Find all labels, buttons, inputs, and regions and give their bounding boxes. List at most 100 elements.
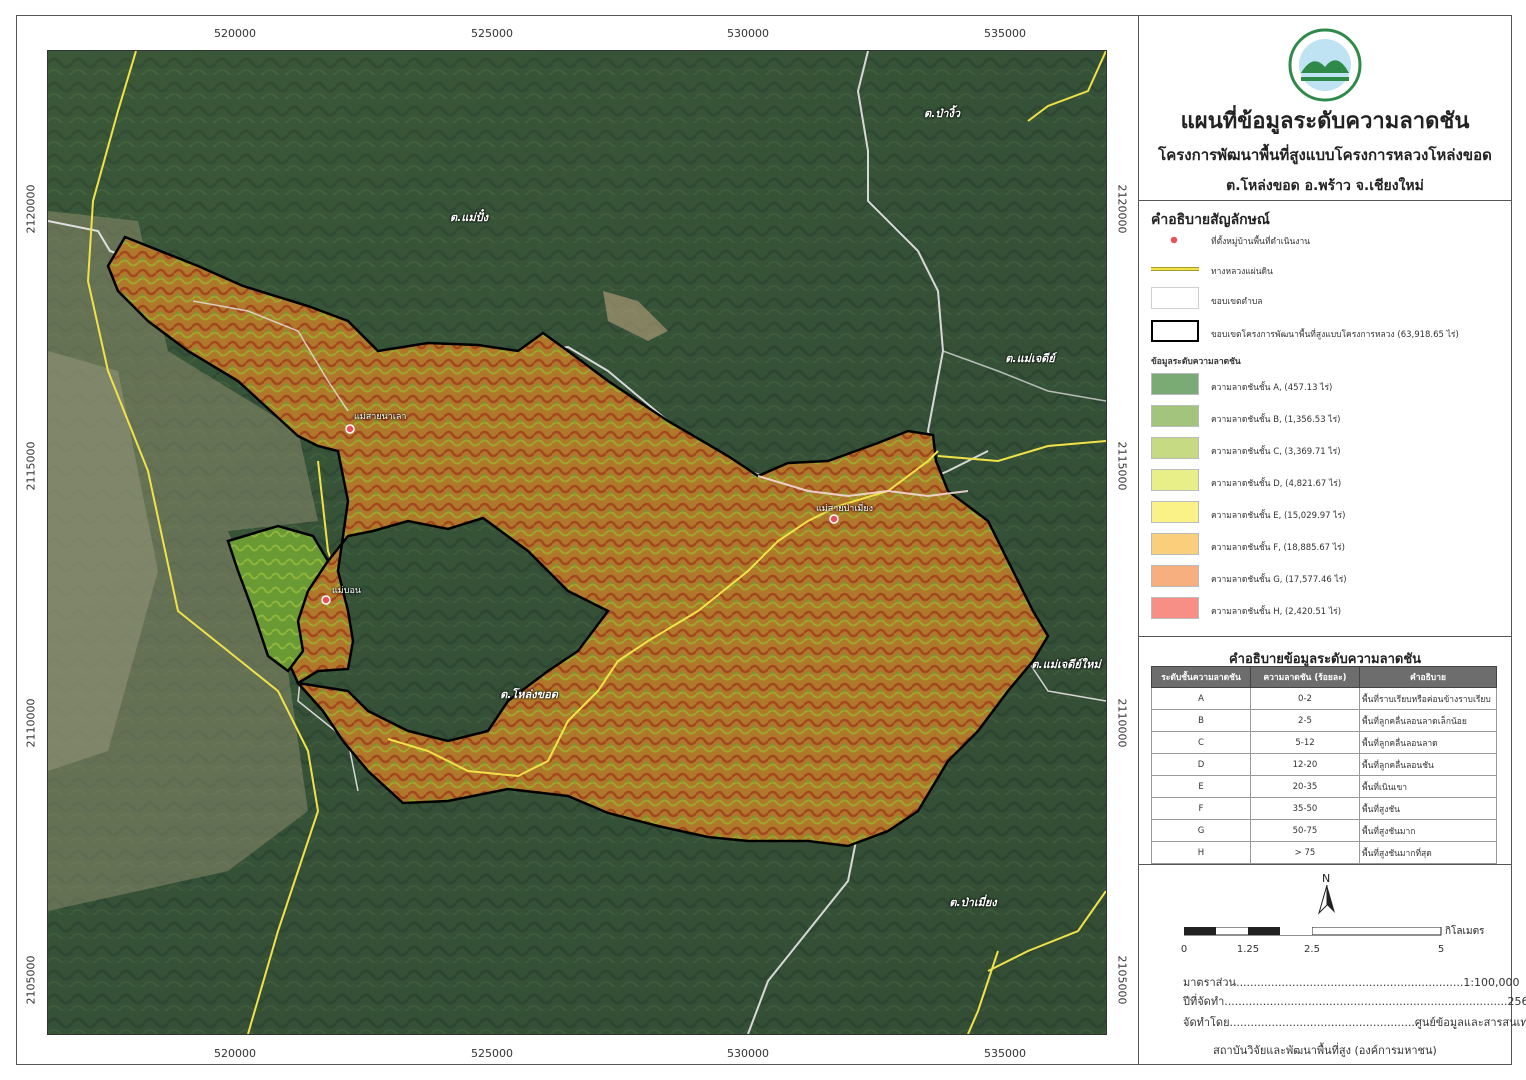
y-tick-left: 2120000 (24, 184, 38, 234)
table-row: B 2-5 พื้นที่ลูกคลื่นลอนลาดเล็กน้อย (1151, 709, 1497, 732)
map-title: แผนที่ข้อมูลระดับความลาดชัน (1180, 109, 1470, 134)
table-row: A 0-2 พื้นที่ราบเรียบหรือค่อนข้างราบเรียบ (1151, 687, 1497, 710)
table-header: ความลาดชัน (ร้อยละ) (1250, 666, 1360, 688)
info-made-by: จัดทำโดย................................… (1183, 1016, 1526, 1029)
village-marker (345, 424, 355, 434)
x-tick-bottom: 535000 (984, 1047, 1026, 1060)
village-marker-icon (1169, 235, 1179, 245)
north-arrow-icon (1317, 885, 1335, 915)
class-swatch (1151, 405, 1199, 427)
x-tick-top: 530000 (727, 27, 769, 40)
place-lohng-khod: ต.โหล่งขอด (500, 688, 558, 701)
class-swatch (1151, 533, 1199, 555)
table-row: H > 75 พื้นที่สูงชันมากที่สุด (1151, 841, 1497, 864)
north-label: N (1322, 872, 1331, 885)
legend-title: คำอธิบายสัญลักษณ์ (1151, 212, 1270, 228)
place-pa-ngiu: ต.ป่างิ้ว (923, 107, 961, 120)
table-header-row: ระดับชั้นความลาดชัน ความลาดชัน (ร้อยละ) … (1151, 666, 1497, 688)
village-label: แม่บอน (332, 586, 362, 596)
table-cell: 5-12 (1250, 731, 1360, 754)
table-header: ระดับชั้นความลาดชัน (1151, 666, 1251, 688)
table-header: คำอธิบาย (1359, 666, 1497, 688)
scale-label: 0 (1180, 944, 1188, 955)
village-label: แม่สายนาเลา (354, 412, 407, 422)
scale-unit: กิโลเมตร (1445, 926, 1485, 937)
village-label: แม่สายป่าเมี่ยง (816, 504, 873, 514)
table-row: F 35-50 พื้นที่สูงชัน (1151, 797, 1497, 820)
institute-logo (1288, 28, 1362, 102)
footer-institute: สถาบันวิจัยและพัฒนาพื้นที่สูง (องค์การมห… (1213, 1044, 1437, 1057)
info-year: ปีที่จัดทำ..............................… (1183, 995, 1526, 1008)
legend-label: ความลาดชันชั้น G, (17,577.46 ไร่) (1211, 575, 1347, 585)
class-swatch (1151, 469, 1199, 491)
table-cell: C (1151, 731, 1251, 754)
map-canvas[interactable]: ต.แม่ปั๋ง ต.ป่างิ้ว ต.แม่เจดีย์ ต.แม่เจด… (47, 50, 1107, 1035)
slope-header: ข้อมูลระดับความลาดชัน (1151, 357, 1241, 367)
map-subtitle: โครงการพัฒนาพื้นที่สูงแบบโครงการหลวงโหล่… (1158, 146, 1492, 164)
subdistrict-swatch (1151, 287, 1199, 309)
y-tick-right: 2120000 (1115, 184, 1129, 234)
table-cell: 0-2 (1250, 687, 1360, 710)
place-mae-pang: ต.แม่ปั๋ง (449, 211, 489, 224)
y-tick-right: 2110000 (1115, 698, 1129, 748)
project-swatch (1151, 320, 1199, 342)
y-tick-right: 2105000 (1115, 955, 1129, 1005)
place-mae-chedi: ต.แม่เจดีย์ (1005, 352, 1055, 365)
slope-map-svg (48, 51, 1106, 1034)
legend-label: ความลาดชันชั้น C, (3,369.71 ไร่) (1211, 447, 1341, 457)
table-cell: 50-75 (1250, 819, 1360, 842)
table-cell: D (1151, 753, 1251, 776)
legend-label: ความลาดชันชั้น F, (18,885.67 ไร่) (1211, 543, 1345, 553)
legend-label: ขอบเขตตำบล (1211, 297, 1263, 307)
scale-label: 1.25 (1236, 944, 1260, 955)
table-cell: พื้นที่สูงชัน (1359, 797, 1497, 820)
legend-label: ความลาดชันชั้น D, (4,821.67 ไร่) (1211, 479, 1342, 489)
y-tick-right: 2115000 (1115, 441, 1129, 491)
class-swatch (1151, 597, 1199, 619)
x-tick-bottom: 525000 (471, 1047, 513, 1060)
x-tick-top: 520000 (214, 27, 256, 40)
table-cell: พื้นที่ลูกคลื่นลอนลาดเล็กน้อย (1359, 709, 1497, 732)
table-cell: 12-20 (1250, 753, 1360, 776)
table-cell: พื้นที่ราบเรียบหรือค่อนข้างราบเรียบ (1359, 687, 1497, 710)
table-row: E 20-35 พื้นที่เนินเขา (1151, 775, 1497, 798)
table-cell: F (1151, 797, 1251, 820)
class-swatch (1151, 373, 1199, 395)
scale-bar (1184, 927, 1442, 936)
side-panel: แผนที่ข้อมูลระดับความลาดชัน โครงการพัฒนา… (1138, 15, 1526, 1065)
x-tick-top: 535000 (984, 27, 1026, 40)
highway-line-icon (1151, 267, 1199, 271)
legend-label: ขอบเขตโครงการพัฒนาพื้นที่สูงแบบโครงการหล… (1211, 330, 1459, 340)
table-cell: 20-35 (1250, 775, 1360, 798)
table-cell: > 75 (1250, 841, 1360, 864)
class-swatch (1151, 501, 1199, 523)
table-cell: E (1151, 775, 1251, 798)
legend-label: ที่ตั้งหมู่บ้านพื้นที่ดำเนินงาน (1211, 237, 1311, 247)
table-cell: H (1151, 841, 1251, 864)
class-swatch (1151, 565, 1199, 587)
y-tick-left: 2115000 (24, 441, 38, 491)
table-cell: พื้นที่ลูกคลื่นลอนชัน (1359, 753, 1497, 776)
legend-label: ความลาดชันชั้น A, (457.13 ไร่) (1211, 383, 1333, 393)
description-table: ระดับชั้นความลาดชัน ความลาดชัน (ร้อยละ) … (1151, 666, 1497, 864)
table-row: C 5-12 พื้นที่ลูกคลื่นลอนลาด (1151, 731, 1497, 754)
table-row: G 50-75 พื้นที่สูงชันมาก (1151, 819, 1497, 842)
table-cell: พื้นที่เนินเขา (1359, 775, 1497, 798)
legend-label: ทางหลวงแผ่นดิน (1211, 267, 1273, 277)
y-tick-left: 2110000 (24, 698, 38, 748)
legend-label: ความลาดชันชั้น H, (2,420.51 ไร่) (1211, 607, 1342, 617)
legend-label: ความลาดชันชั้น B, (1,356.53 ไร่) (1211, 415, 1341, 425)
x-tick-bottom: 530000 (727, 1047, 769, 1060)
x-tick-top: 525000 (471, 27, 513, 40)
x-tick-bottom: 520000 (214, 1047, 256, 1060)
table-row: D 12-20 พื้นที่ลูกคลื่นลอนชัน (1151, 753, 1497, 776)
village-marker (829, 514, 839, 524)
table-cell: G (1151, 819, 1251, 842)
class-swatch (1151, 437, 1199, 459)
scale-label: 2.5 (1304, 944, 1320, 955)
table-cell: 35-50 (1250, 797, 1360, 820)
y-tick-left: 2105000 (24, 955, 38, 1005)
table-cell: พื้นที่ลูกคลื่นลอนลาด (1359, 731, 1497, 754)
village-marker (321, 595, 331, 605)
table-cell: B (1151, 709, 1251, 732)
